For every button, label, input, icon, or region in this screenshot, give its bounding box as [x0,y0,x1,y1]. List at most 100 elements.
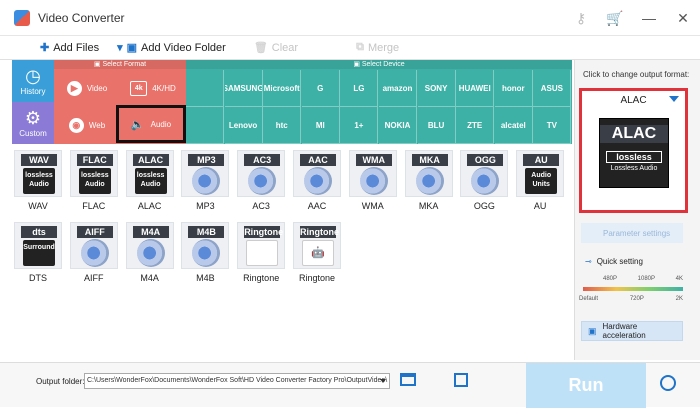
app-logo-icon [14,9,30,26]
key-icon[interactable]: ⚷ [564,0,598,36]
device-alcatel[interactable]: alcatel [494,107,533,144]
format-thumbnail: MKA [404,150,453,197]
device-microsoft[interactable]: Microsoft [263,70,302,107]
hardware-acceleration-button[interactable]: ▣ Hardware acceleration [581,321,683,341]
alarm-clock-icon[interactable] [660,375,676,391]
quick-setting: ⊸ Quick setting [585,257,643,266]
music-disc-icon [80,239,109,267]
cart-icon[interactable]: 🛒 [598,0,632,36]
format-tile-aiff[interactable]: AIFF AIFF [68,222,120,288]
add-files-button[interactable]: ✚ Add Files [40,41,99,55]
output-folder-path-text: C:\Users\WonderFox\Documents\WonderFox S… [87,377,388,384]
run-button[interactable]: Run [526,363,646,408]
add-video-folder-button[interactable]: ▾ ▣ Add Video Folder [117,41,226,55]
format-tile-au[interactable]: AU Audio Units AU [514,150,566,216]
device-htc[interactable]: htc [263,107,302,144]
device-lg[interactable]: LG [340,70,379,107]
plus-icon: ✚ [40,42,50,54]
format-tile-ac3[interactable]: AC3 AC3 [235,150,287,216]
format-tile-wma[interactable]: WMA WMA [347,150,399,216]
format-thumb-label: WAV [21,154,57,166]
format-thumb-caption: Surround [23,240,55,266]
device-lenovo[interactable]: Lenovo [224,107,263,144]
open-folder-icon[interactable] [454,373,468,387]
format-thumbnail: Ringtone 🤖 [293,222,341,269]
device-sony[interactable]: SONY [417,70,456,107]
format-tile-dts[interactable]: dts Surround DTS [12,222,64,288]
format-thumb-label: FLAC [76,154,113,166]
format-thumb-label: OGG [467,154,504,166]
parameter-settings-button[interactable]: Parameter settings [581,223,683,243]
device-1-[interactable]: 1+ [340,107,379,144]
music-disc-icon [248,167,277,195]
format-tile-ogg[interactable]: OGG OGG [458,150,510,216]
format-thumb-label: M4B [188,226,225,238]
thumbnail-caption: Lossless Audio [610,165,658,172]
output-format-selector[interactable]: ALAC ALAC lossless Lossless Audio [579,88,688,213]
apple-icon[interactable] [186,70,224,107]
clear-button[interactable]: 🗑 Clear [253,41,299,55]
output-format-dropdown[interactable]: ALAC [582,91,685,109]
format-tile-m4a[interactable]: M4A M4A [124,222,176,288]
format-thumbnail: M4B [181,222,230,269]
device-mi[interactable]: MI [301,107,340,144]
format-name: Ringtone [298,273,336,283]
device-huawei[interactable]: HUAWEI [456,70,495,107]
output-folder-path[interactable]: C:\Users\WonderFox\Documents\WonderFox S… [84,373,390,389]
format-tile-ringtone[interactable]: Ringtone 🤖 Ringtone [291,222,343,288]
web-category[interactable]: ◉ Web [54,107,120,144]
browse-folder-icon[interactable] [400,373,416,386]
output-format-thumbnail: ALAC lossless Lossless Audio [599,118,669,188]
format-name: OGG [473,201,495,211]
title-bar: Video Converter ⚷ 🛒 — ✕ [0,0,700,36]
minimize-button[interactable]: — [632,0,666,36]
device-zte[interactable]: ZTE [456,107,495,144]
clear-label: Clear [271,41,299,54]
gear-icon: ⚙ [24,107,42,128]
format-tile-wav[interactable]: WAV lossless Audio WAV [12,150,64,216]
merge-icon: ⧉ [356,41,364,53]
format-tile-mka[interactable]: MKA MKA [403,150,455,216]
device-asus[interactable]: ASUS [533,70,572,107]
format-thumbnail: OGG [460,150,509,197]
audio-category[interactable]: 🔈 Audio [116,105,186,143]
device-samsung[interactable]: SAMSUNG [224,70,263,107]
tick-4k: 4K [675,276,683,282]
format-thumb-label: AC3 [244,154,281,166]
trash-icon: 🗑 [253,42,268,54]
format-thumbnail: WAV lossless Audio [14,150,62,197]
hd-category[interactable]: 4k 4K/HD [120,70,186,107]
music-disc-icon [304,167,332,195]
history-button[interactable]: ◷ History [12,60,54,102]
thumbnail-title: ALAC [600,125,668,143]
format-thumb-label: dts [21,226,57,238]
format-tile-aac[interactable]: AAC AAC [291,150,343,216]
video-category[interactable]: ▶ Video [54,70,120,107]
format-thumb-label: AIFF [76,226,113,238]
device-tv[interactable]: TV [533,107,572,144]
select-format-header: ▣ Select Format [54,60,186,69]
format-tile-alac[interactable]: ALAC lossless Audio ALAC [124,150,176,216]
device-nokia[interactable]: NOKIA [379,107,417,144]
quality-slider[interactable] [583,287,683,291]
format-tile-flac[interactable]: FLAC lossless Audio FLAC [68,150,120,216]
format-thumbnail: AAC [293,150,341,197]
folder-icon: ▣ [126,42,138,54]
motorola-icon[interactable] [186,107,224,144]
format-thumb-caption: lossless Audio [78,168,111,194]
close-button[interactable]: ✕ [666,0,700,36]
merge-button[interactable]: ⧉ Merge [356,41,399,54]
format-thumbnail: AC3 [237,150,286,197]
device-amazon[interactable]: amazon [379,70,417,107]
format-name: AAC [307,201,327,211]
device-blu[interactable]: BLU [417,107,456,144]
device-g[interactable]: G [301,70,340,107]
format-tile-ringtone[interactable]: Ringtone Ringtone [235,222,287,288]
format-tile-m4b[interactable]: M4B M4B [179,222,231,288]
chevron-down-icon [380,379,386,383]
android-ringtone-icon: 🤖 [302,240,334,266]
format-tile-mp3[interactable]: MP3 MP3 [179,150,231,216]
device-honor[interactable]: honor [494,70,533,107]
custom-button[interactable]: ⚙ Custom [12,102,54,144]
tick-720p: 720P [629,296,644,302]
